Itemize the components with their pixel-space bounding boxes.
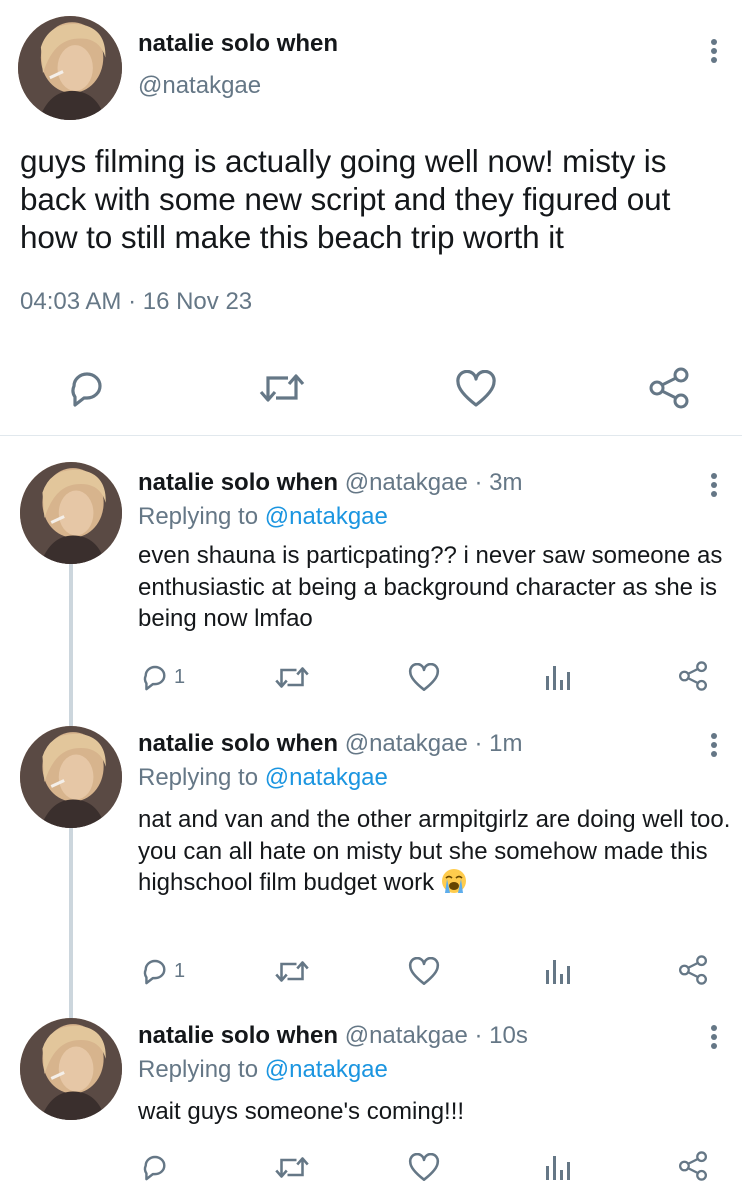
retweet-icon	[275, 1157, 309, 1178]
tweet-actions	[0, 1148, 742, 1188]
display-name[interactable]: natalie solo when	[138, 730, 338, 757]
like-button[interactable]	[408, 663, 440, 692]
display-name[interactable]: natalie solo when	[138, 1022, 338, 1049]
more-options-icon[interactable]	[702, 728, 726, 762]
like-icon	[408, 663, 440, 691]
replying-prefix: Replying to	[138, 764, 265, 791]
share-button[interactable]	[678, 954, 708, 986]
replying-to: Replying to @natakgae	[138, 503, 388, 531]
share-icon	[679, 661, 707, 691]
like-icon	[408, 957, 440, 985]
like-icon	[456, 370, 496, 407]
avatar-image	[20, 1018, 122, 1120]
tweet-text: nat and van and the other armpitgirlz ar…	[138, 806, 731, 896]
analytics-button[interactable]	[544, 662, 572, 692]
tweet-timestamp[interactable]: 04:03 AM · 16 Nov 23	[20, 288, 252, 316]
analytics-icon	[546, 1156, 570, 1180]
reply-button[interactable]	[140, 1152, 170, 1182]
avatar[interactable]	[20, 462, 122, 564]
loudly-crying-face-icon	[441, 869, 466, 893]
more-options-icon[interactable]	[702, 34, 726, 68]
thread-line	[69, 564, 73, 726]
tweet-thread-screen: natalie solo when @natakgae guys filming…	[0, 0, 742, 1200]
reply-icon	[143, 665, 166, 691]
analytics-icon	[546, 666, 570, 690]
share-icon	[679, 955, 707, 985]
replying-mention-link[interactable]: @natakgae	[265, 503, 388, 530]
retweet-button[interactable]	[274, 958, 310, 985]
tweet-actions: 1	[0, 658, 742, 698]
handle-time[interactable]: @natakgae · 10s	[345, 1022, 528, 1049]
avatar-image	[20, 462, 122, 564]
analytics-button[interactable]	[544, 1152, 572, 1182]
like-icon	[408, 1153, 440, 1181]
reply-button[interactable]: 1	[140, 662, 185, 692]
tweet-actions: 1	[0, 952, 742, 992]
more-options-icon[interactable]	[702, 1020, 726, 1054]
reply-icon	[143, 1155, 166, 1181]
handle-time[interactable]: @natakgae · 3m	[345, 469, 523, 496]
replying-mention-link[interactable]: @natakgae	[265, 1056, 388, 1083]
share-button[interactable]	[678, 660, 708, 692]
retweet-button[interactable]	[274, 664, 310, 691]
avatar[interactable]	[20, 726, 122, 828]
replying-prefix: Replying to	[138, 503, 265, 530]
reply-tweet[interactable]: natalie solo when @natakgae · 10s Replyi…	[0, 1016, 742, 1200]
analytics-icon	[546, 960, 570, 984]
reply-header: natalie solo when @natakgae · 10s	[138, 1022, 528, 1050]
tweet-text: even shauna is particpating?? i never sa…	[138, 542, 723, 632]
replying-mention-link[interactable]: @natakgae	[265, 764, 388, 791]
display-name[interactable]: natalie solo when	[138, 469, 338, 496]
reply-button[interactable]	[66, 368, 108, 408]
avatar-image	[18, 16, 122, 120]
share-icon	[649, 367, 689, 409]
more-options-icon[interactable]	[702, 468, 726, 502]
reply-icon	[71, 372, 102, 407]
reply-button[interactable]: 1	[140, 956, 185, 986]
reply-header: natalie solo when @natakgae · 1m	[138, 730, 523, 758]
like-button[interactable]	[455, 370, 497, 408]
replying-to: Replying to @natakgae	[138, 764, 388, 792]
reply-count: 1	[174, 665, 186, 688]
reply-tweet[interactable]: natalie solo when @natakgae · 3m Replyin…	[0, 436, 742, 726]
like-button[interactable]	[408, 1153, 440, 1182]
avatar[interactable]	[20, 1018, 122, 1120]
tweet-text-container: nat and van and the other armpitgirlz ar…	[138, 804, 734, 899]
tweet-text: guys filming is actually going well now!…	[20, 143, 671, 255]
handle[interactable]: @natakgae	[138, 72, 261, 100]
retweet-icon	[275, 961, 309, 982]
replying-to: Replying to @natakgae	[138, 1056, 388, 1084]
display-name[interactable]: natalie solo when	[138, 30, 338, 58]
share-button[interactable]	[648, 366, 690, 410]
replying-prefix: Replying to	[138, 1056, 265, 1083]
analytics-button[interactable]	[544, 956, 572, 986]
avatar[interactable]	[18, 16, 122, 120]
share-icon	[679, 1151, 707, 1181]
share-button[interactable]	[678, 1150, 708, 1182]
retweet-button[interactable]	[258, 370, 306, 406]
reply-count: 1	[174, 959, 186, 982]
tweet-actions	[0, 360, 742, 416]
retweet-icon	[259, 374, 305, 402]
reply-tweet[interactable]: natalie solo when @natakgae · 1m Replyin…	[0, 726, 742, 1016]
retweet-button[interactable]	[274, 1154, 310, 1181]
reply-header: natalie solo when @natakgae · 3m	[138, 469, 523, 497]
tweet-text: wait guys someone's coming!!!	[138, 1098, 465, 1125]
main-tweet: natalie solo when @natakgae guys filming…	[0, 0, 742, 436]
avatar-image	[20, 726, 122, 828]
handle-time[interactable]: @natakgae · 1m	[345, 730, 523, 757]
retweet-icon	[275, 667, 309, 688]
like-button[interactable]	[408, 957, 440, 986]
reply-icon	[143, 959, 166, 985]
